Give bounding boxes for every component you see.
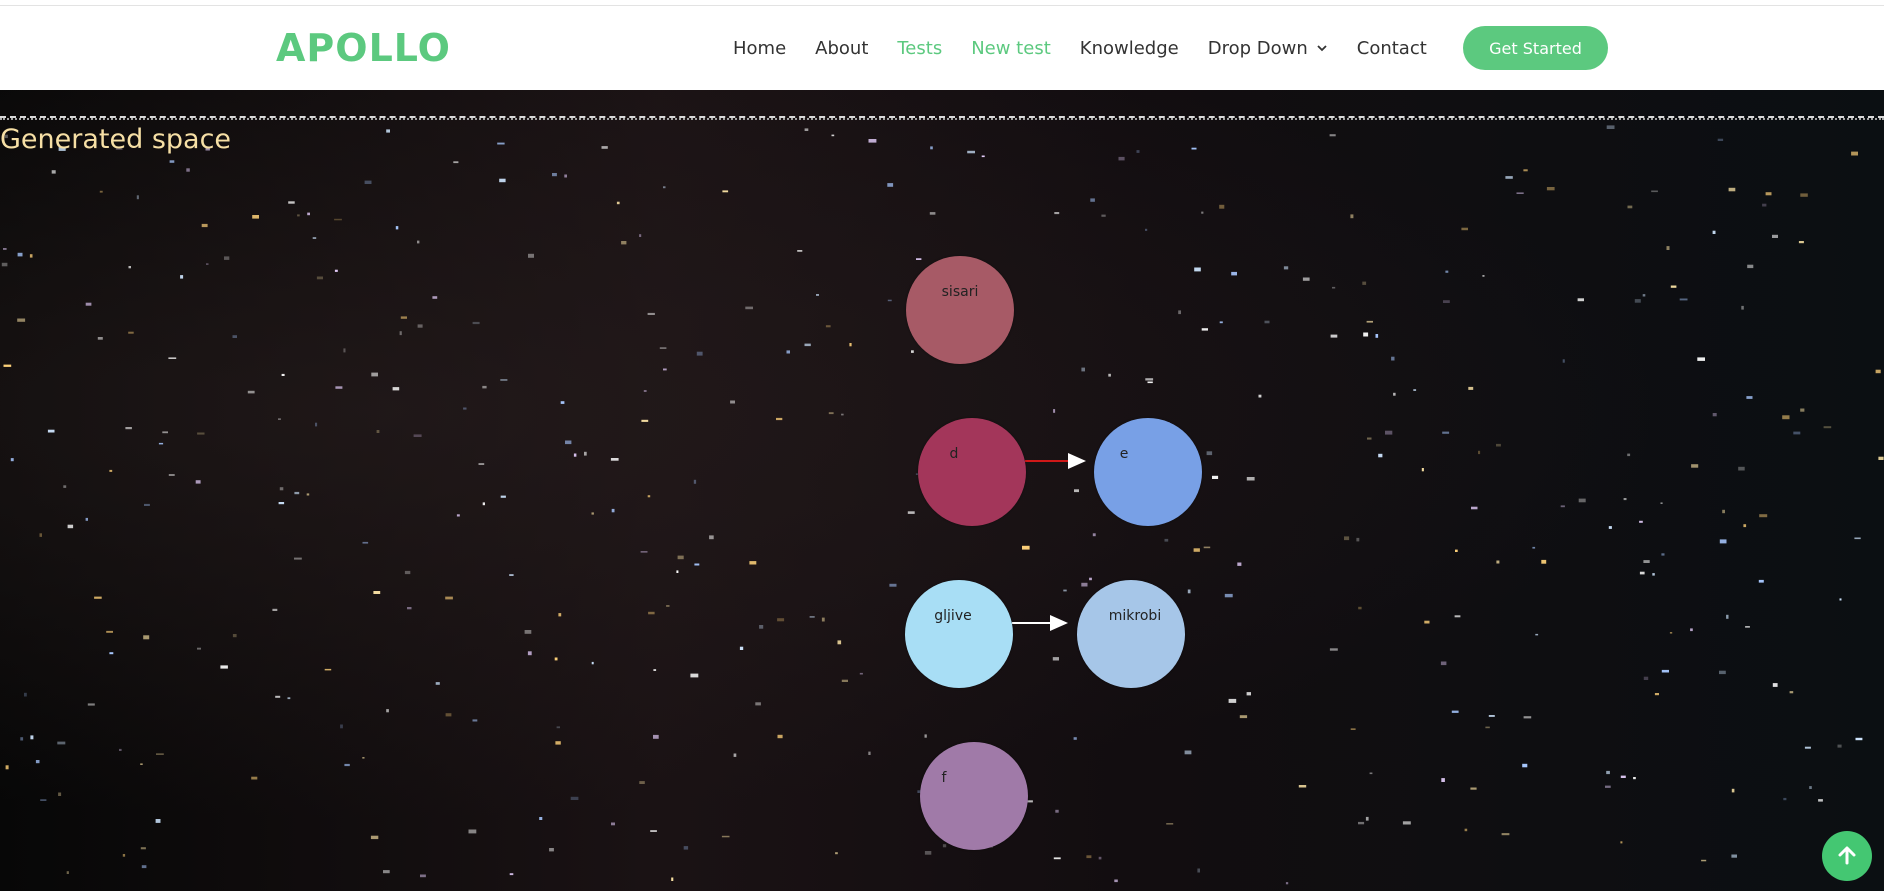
node-d[interactable]: d xyxy=(918,418,1026,526)
node-label: e xyxy=(1119,446,1129,462)
navbar: APOLLO Home About Tests New test Knowled… xyxy=(0,6,1884,90)
nav-contact[interactable]: Contact xyxy=(1357,38,1427,59)
nav-tests[interactable]: Tests xyxy=(897,38,942,59)
node-mikrobi[interactable]: mikrobi xyxy=(1077,580,1185,688)
nav-drop-down-label: Drop Down xyxy=(1207,37,1308,59)
nav-home[interactable]: Home xyxy=(733,38,786,59)
node-label: sisari xyxy=(941,284,979,300)
get-started-button[interactable]: Get Started xyxy=(1463,26,1608,70)
main-menu: Home About Tests New test Knowledge Drop… xyxy=(733,6,1456,90)
chevron-down-icon xyxy=(1317,45,1327,52)
node-label: d xyxy=(949,446,959,462)
node-sisari[interactable]: sisari xyxy=(906,256,1014,364)
logo[interactable]: APOLLO xyxy=(276,26,451,70)
node-e[interactable]: e xyxy=(1094,418,1202,526)
nav-about[interactable]: About xyxy=(815,38,868,59)
nav-knowledge[interactable]: Knowledge xyxy=(1080,38,1179,59)
node-f[interactable]: f xyxy=(920,742,1028,850)
node-gljive[interactable]: gljive xyxy=(905,580,1013,688)
node-label: gljive xyxy=(934,608,972,624)
back-to-top-button[interactable] xyxy=(1822,831,1872,881)
nav-new-test[interactable]: New test xyxy=(971,38,1051,59)
generated-space: Generated space sisari d e gljive mikrob… xyxy=(0,90,1884,891)
arrow-up-icon xyxy=(1838,846,1856,865)
node-label: mikrobi xyxy=(1108,608,1162,624)
node-label: f xyxy=(941,770,947,786)
nav-drop-down[interactable]: Drop Down xyxy=(1208,38,1328,59)
